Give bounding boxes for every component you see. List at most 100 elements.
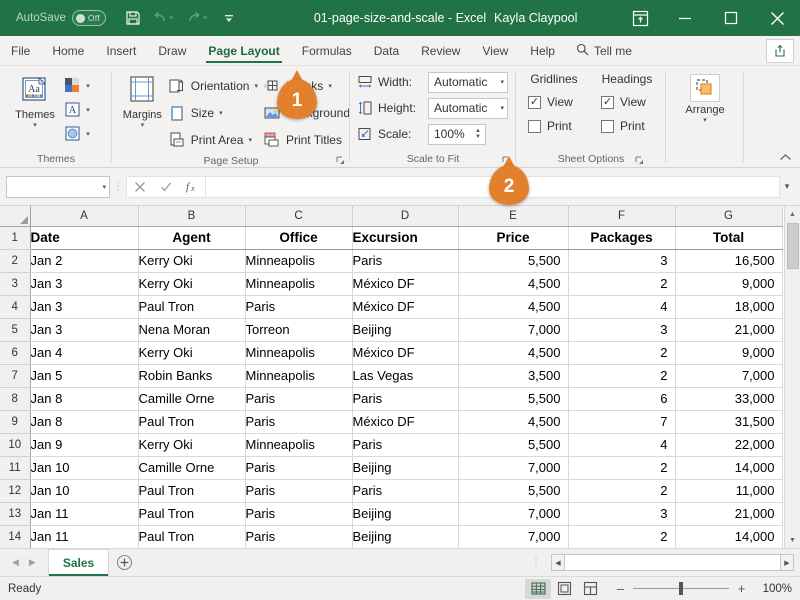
- cell-f13[interactable]: 3: [568, 502, 676, 526]
- scroll-up-icon[interactable]: ▲: [784, 206, 800, 222]
- cell-g11[interactable]: 14,000: [675, 456, 783, 480]
- cell-f14[interactable]: 2: [568, 525, 676, 548]
- tab-help[interactable]: Help: [519, 36, 566, 65]
- cell-f2[interactable]: 3: [568, 249, 676, 273]
- tab-formulas[interactable]: Formulas: [291, 36, 363, 65]
- enter-icon[interactable]: [153, 177, 179, 197]
- row-header[interactable]: 5: [0, 318, 31, 342]
- tab-file[interactable]: File: [0, 36, 41, 65]
- cell-f11[interactable]: 2: [568, 456, 676, 480]
- close-icon[interactable]: [754, 0, 800, 36]
- cell-d5[interactable]: Beijing: [352, 318, 459, 342]
- expand-formula-bar-icon[interactable]: ▾: [780, 181, 794, 192]
- normal-view-icon[interactable]: [525, 578, 551, 599]
- cell-d3[interactable]: México DF: [352, 272, 459, 296]
- cell-a3[interactable]: Jan 3: [30, 272, 139, 296]
- collapse-ribbon-icon[interactable]: [779, 153, 792, 165]
- cell-c9[interactable]: Paris: [245, 410, 353, 434]
- cell-b1[interactable]: Agent: [138, 226, 246, 250]
- margins-button[interactable]: Margins ▾: [118, 71, 167, 129]
- cell-c11[interactable]: Paris: [245, 456, 353, 480]
- row-header[interactable]: 14: [0, 525, 31, 548]
- sheet-options-dialog-launcher[interactable]: [635, 156, 644, 165]
- cell-g5[interactable]: 21,000: [675, 318, 783, 342]
- cell-b9[interactable]: Paul Tron: [138, 410, 246, 434]
- scroll-left-icon[interactable]: ◀: [551, 554, 565, 571]
- column-header-e[interactable]: E: [458, 206, 569, 227]
- row-header[interactable]: 13: [0, 502, 31, 526]
- customize-quick-access-toolbar-icon[interactable]: [216, 5, 242, 31]
- next-sheet-icon[interactable]: ▶: [29, 557, 36, 568]
- cell-f10[interactable]: 4: [568, 433, 676, 457]
- cell-e7[interactable]: 3,500: [458, 364, 569, 388]
- vertical-scroll-thumb[interactable]: [786, 223, 799, 269]
- add-sheet-icon[interactable]: [109, 549, 139, 576]
- ribbon-display-options-icon[interactable]: [618, 0, 662, 36]
- cell-b6[interactable]: Kerry Oki: [138, 341, 246, 365]
- insert-function-icon[interactable]: fx: [179, 177, 205, 197]
- cell-a10[interactable]: Jan 9: [30, 433, 139, 457]
- cell-g3[interactable]: 9,000: [675, 272, 783, 296]
- cell-f3[interactable]: 2: [568, 272, 676, 296]
- column-header-b[interactable]: B: [138, 206, 246, 227]
- checkbox-checked-icon[interactable]: ✓: [601, 95, 614, 109]
- row-header[interactable]: 10: [0, 433, 31, 457]
- tab-home[interactable]: Home: [41, 36, 95, 65]
- cell-a14[interactable]: Jan 11: [30, 525, 139, 548]
- scale-spinner[interactable]: 100% ▲ ▼: [428, 123, 486, 145]
- checkbox-checked-icon[interactable]: ✓: [528, 95, 541, 109]
- cell-a13[interactable]: Jan 11: [30, 502, 139, 526]
- tab-draw[interactable]: Draw: [147, 36, 197, 65]
- cell-f8[interactable]: 6: [568, 387, 676, 411]
- cell-g2[interactable]: 16,500: [675, 249, 783, 273]
- cell-d8[interactable]: Paris: [352, 387, 459, 411]
- row-header[interactable]: 9: [0, 410, 31, 434]
- cell-a9[interactable]: Jan 8: [30, 410, 139, 434]
- cell-g13[interactable]: 21,000: [675, 502, 783, 526]
- cell-d12[interactable]: Paris: [352, 479, 459, 503]
- row-header[interactable]: 1: [0, 226, 31, 250]
- cell-g8[interactable]: 33,000: [675, 387, 783, 411]
- height-combo[interactable]: Automatic ▾: [428, 97, 508, 119]
- cell-e6[interactable]: 4,500: [458, 341, 569, 365]
- cell-g12[interactable]: 11,000: [675, 479, 783, 503]
- cell-g14[interactable]: 14,000: [675, 525, 783, 548]
- cell-e8[interactable]: 5,500: [458, 387, 569, 411]
- cell-e4[interactable]: 4,500: [458, 295, 569, 319]
- cell-f4[interactable]: 4: [568, 295, 676, 319]
- cell-d7[interactable]: Las Vegas: [352, 364, 459, 388]
- cell-a11[interactable]: Jan 10: [30, 456, 139, 480]
- spinner-arrows[interactable]: ▲ ▼: [473, 128, 483, 140]
- sheet-tab-split-grip[interactable]: ⋮: [531, 557, 541, 568]
- cell-g4[interactable]: 18,000: [675, 295, 783, 319]
- headings-view-checkbox[interactable]: ✓ View: [591, 90, 663, 114]
- row-header[interactable]: 12: [0, 479, 31, 503]
- cell-c1[interactable]: Office: [245, 226, 353, 250]
- cell-a8[interactable]: Jan 8: [30, 387, 139, 411]
- cell-d13[interactable]: Beijing: [352, 502, 459, 526]
- print-area-button[interactable]: Print Area ▾: [167, 126, 258, 153]
- row-header[interactable]: 3: [0, 272, 31, 296]
- select-all-corner[interactable]: [0, 206, 31, 227]
- cell-b7[interactable]: Robin Banks: [138, 364, 246, 388]
- cell-b12[interactable]: Paul Tron: [138, 479, 246, 503]
- cell-g1[interactable]: Total: [675, 226, 783, 250]
- restore-icon[interactable]: [708, 0, 754, 36]
- autosave-switch[interactable]: Off: [71, 10, 106, 26]
- previous-sheet-icon[interactable]: ◀: [12, 557, 19, 568]
- cell-b4[interactable]: Paul Tron: [138, 295, 246, 319]
- horizontal-scroll-track[interactable]: [565, 554, 780, 571]
- zoom-slider-thumb[interactable]: [679, 582, 683, 595]
- minimize-icon[interactable]: [662, 0, 708, 36]
- cell-b5[interactable]: Nena Moran: [138, 318, 246, 342]
- page-layout-view-icon[interactable]: [551, 579, 577, 599]
- redo-icon[interactable]: [182, 5, 214, 31]
- cancel-icon[interactable]: [127, 177, 153, 197]
- cell-f9[interactable]: 7: [568, 410, 676, 434]
- row-header[interactable]: 2: [0, 249, 31, 273]
- zoom-level[interactable]: 100%: [754, 583, 792, 595]
- cell-c6[interactable]: Minneapolis: [245, 341, 353, 365]
- tell-me-search[interactable]: Tell me: [576, 36, 632, 65]
- user-account[interactable]: Kayla Claypool: [494, 0, 577, 36]
- autosave-toggle[interactable]: AutoSave Off: [16, 10, 106, 26]
